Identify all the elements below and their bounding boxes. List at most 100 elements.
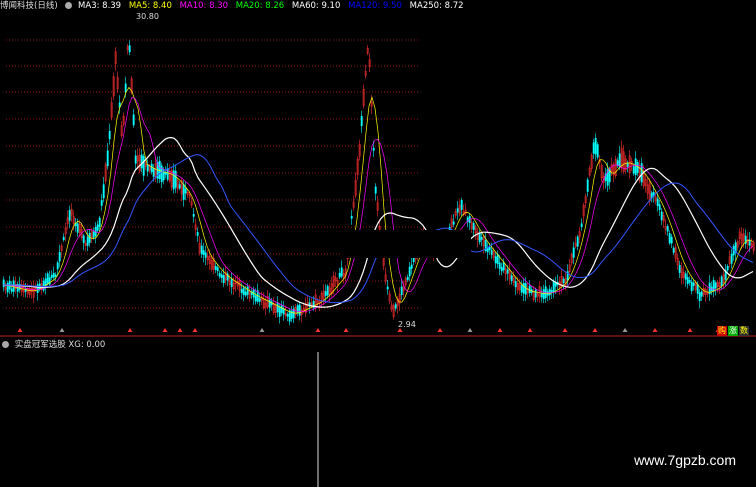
candle-body <box>244 291 247 296</box>
candle-body <box>672 247 675 253</box>
candle-body <box>220 274 223 278</box>
candle-body <box>254 295 257 302</box>
candle-body <box>580 223 583 228</box>
signal-marker <box>315 328 321 332</box>
candle-body <box>184 188 187 194</box>
candle-body <box>86 236 89 246</box>
candle-body <box>686 277 689 285</box>
occlusion-block <box>341 230 471 258</box>
candle-body <box>58 252 61 262</box>
watermark: www.7gpzb.com <box>634 452 736 468</box>
candle-body <box>478 233 481 243</box>
candle-body <box>222 275 225 284</box>
candle-body <box>500 267 503 272</box>
candle-body <box>596 144 599 158</box>
candle-body <box>296 305 299 314</box>
candle-body <box>400 286 403 296</box>
candle-body <box>100 200 103 206</box>
candle-body <box>678 264 681 273</box>
candle-body <box>522 283 525 294</box>
signal-marker <box>437 328 443 332</box>
corner-button-1[interactable]: 购 <box>717 326 727 336</box>
candle-body <box>106 150 109 167</box>
candle-body <box>714 282 717 289</box>
candle-body <box>550 290 553 293</box>
candle-body <box>280 304 283 314</box>
candle-body <box>214 265 217 270</box>
signal-marker <box>592 328 598 332</box>
candle-body <box>690 281 693 292</box>
candle-body <box>720 276 723 286</box>
candle-body <box>46 273 49 284</box>
candle-body <box>340 267 343 277</box>
candle-body <box>288 310 291 322</box>
candle-body <box>178 184 181 189</box>
candle-body <box>510 275 513 282</box>
ma-line-long <box>3 136 754 308</box>
candle-body <box>350 215 353 219</box>
candle-body <box>278 307 281 317</box>
candle-body <box>324 291 327 296</box>
candle-body <box>494 256 497 264</box>
candle-body <box>142 156 145 176</box>
candle-body <box>218 273 221 277</box>
candle-body <box>108 130 111 140</box>
candle-body <box>158 160 161 179</box>
corner-button-3[interactable]: 数 <box>739 326 749 336</box>
corner-button-2[interactable]: 涨 <box>728 326 738 336</box>
candle-body <box>488 247 491 251</box>
candle-body <box>576 236 579 247</box>
candle-body <box>134 155 137 164</box>
candle-body <box>726 266 729 271</box>
price-low-label: 2.94 <box>398 320 416 329</box>
candle-body <box>634 158 637 176</box>
candle-body <box>668 233 671 244</box>
candle-body <box>660 211 663 221</box>
signal-marker <box>162 328 168 332</box>
candle-body <box>552 280 555 292</box>
candle-body <box>54 274 57 277</box>
candle-body <box>452 221 455 225</box>
candle-body <box>48 277 51 285</box>
candle-body <box>192 214 195 217</box>
candle-body <box>730 253 733 264</box>
candle-body <box>338 272 341 278</box>
candle-body <box>76 223 79 233</box>
candle-body <box>502 262 505 271</box>
candle-body <box>692 282 695 286</box>
candle-body <box>554 283 557 287</box>
signal-marker <box>177 328 183 332</box>
candle-body <box>150 163 153 173</box>
candle-body <box>540 293 543 298</box>
candle-body <box>62 236 65 241</box>
signal-marker <box>127 328 133 332</box>
candle-body <box>572 247 575 258</box>
candle-body <box>528 285 531 294</box>
candle-body <box>124 83 127 93</box>
candle-body <box>102 184 105 199</box>
signal-marker <box>497 328 503 332</box>
candle-body <box>10 288 13 292</box>
candle-body <box>128 45 131 53</box>
candle-body <box>410 264 413 269</box>
candle-body <box>98 217 101 227</box>
candle-body <box>544 286 547 298</box>
sub-indicator-label: 实盘冠军选股 XG: 0.00 <box>14 340 106 350</box>
candle-body <box>498 262 501 269</box>
candle-body <box>618 153 621 168</box>
signal-marker <box>59 328 65 332</box>
candle-body <box>548 288 551 296</box>
candle-body <box>166 168 169 180</box>
signal-marker <box>259 328 265 332</box>
candle-body <box>152 168 155 177</box>
candle-body <box>524 283 527 295</box>
candle-body <box>298 304 301 316</box>
candle-body <box>68 210 71 221</box>
candle-body <box>748 239 751 246</box>
sub-settings-circle-icon[interactable] <box>2 341 9 348</box>
candle-body <box>406 276 409 280</box>
candle-body <box>460 199 463 210</box>
candle-body <box>268 299 271 308</box>
candle-body <box>394 304 397 309</box>
signal-marker <box>343 328 349 332</box>
